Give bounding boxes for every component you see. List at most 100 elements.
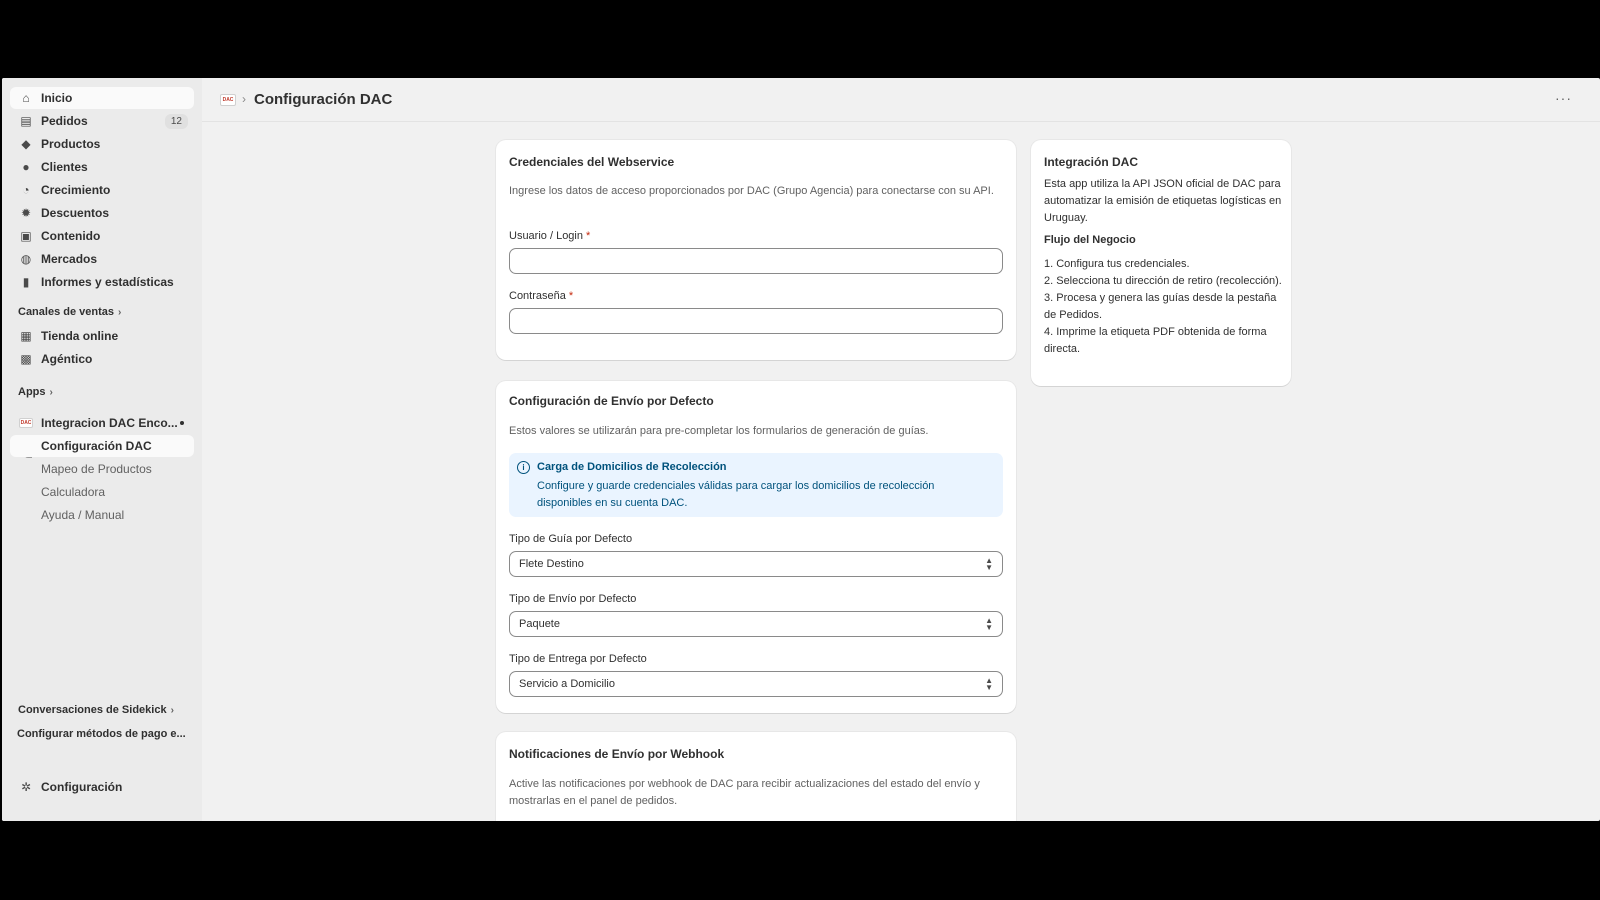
card-title: Configuración de Envío por Defecto [509,394,714,408]
gear-icon: ✲ [20,780,32,794]
delivery-type-select[interactable]: Servicio a Domicilio ▲ ▼ [509,671,1003,697]
credentials-card: Credenciales del Webservice Ingrese los … [496,140,1016,360]
sidebar-item-informes[interactable]: ▮ Informes y estadísticas [10,271,194,293]
sidebar-item-clientes[interactable]: ● Clientes [10,156,194,178]
sidebar-item-label: Pedidos [41,114,88,128]
sidebar-item-label: Tienda online [41,329,119,343]
store-icon: ▦ [20,329,32,343]
card-description: Active las notificaciones por webhook de… [509,778,980,807]
sidebar-item-inicio[interactable]: ⌂ Inicio [10,87,194,109]
chevron-right-icon: › [49,386,53,398]
sidebar-item-label: Clientes [41,160,88,174]
sidebar-item-mapeo-productos[interactable]: Mapeo de Productos [10,458,194,480]
user-label-text: Usuario / Login [509,230,583,242]
sidebar-item-label: Productos [41,137,101,151]
sidebar-item-label: Configuración [41,780,123,794]
banner-text: Configure y guarde credenciales válidas … [537,480,935,509]
banner-title: Carga de Domicilios de Recolección [537,461,727,473]
card-title: Credenciales del Webservice [509,155,675,169]
sidebar-item-label: Configuración DAC [41,439,152,453]
chevron-up-down-icon: ▲ ▼ [985,676,993,692]
sidebar-item-crecimiento[interactable]: ◔ Crecimiento [10,179,194,201]
dac-logo-icon: DAC [19,418,33,428]
flow-heading: Flujo del Negocio [1044,234,1136,246]
card-description: Esta app utiliza la API JSON oficial de … [1044,178,1282,224]
user-input[interactable] [509,248,1003,274]
chevron-right-icon: › [170,704,174,716]
sidebar-item-label: Contenido [41,229,101,243]
sidebar-item-configuracion-dac[interactable]: Configuración DAC [10,435,194,457]
sidebar-item-ayuda[interactable]: Ayuda / Manual [10,504,194,526]
sidebar-item-pedidos[interactable]: ▤ Pedidos 12 [10,110,194,132]
select-value: Servicio a Domicilio [519,678,615,690]
password-label-text: Contraseña [509,290,566,302]
content-icon: ▣ [20,229,32,243]
sidebar-item-calculadora[interactable]: Calculadora [10,481,194,503]
orders-icon: ▤ [20,114,32,128]
shipment-type-select[interactable]: Paquete ▲ ▼ [509,611,1003,637]
sidebar-item-label: Inicio [41,91,73,105]
select-value: Flete Destino [519,558,584,570]
sidebar-item-label: Informes y estadísticas [41,275,174,289]
chevron-up-down-icon: ▲ ▼ [985,616,993,632]
orders-count-badge: 12 [164,113,188,129]
sidebar-item-label: Descuentos [41,206,110,220]
user-field-label: Usuario / Login * [509,230,590,242]
sidebar-item-label: Agéntico [41,352,93,366]
sidebar-item-label: Mercados [41,252,98,266]
sidebar-item-label: Ayuda / Manual [41,508,125,522]
guide-type-label: Tipo de Guía por Defecto [509,533,633,545]
required-mark: * [586,230,591,242]
robot-icon: ▩ [20,352,32,366]
sidebar-item-label: Integracion DAC Enco... [41,416,178,430]
globe-icon: ◍ [20,252,32,266]
more-actions-icon[interactable]: ··· [1555,90,1572,106]
webhook-card: Notificaciones de Envío por Webhook Acti… [496,732,1016,821]
select-value: Paquete [519,618,560,630]
delivery-type-label: Tipo de Entrega por Defecto [509,653,647,665]
page-title: Configuración DAC [254,91,393,108]
apps-label: Apps [18,386,46,398]
password-field-label: Contraseña * [509,290,573,302]
shipment-type-label: Tipo de Envío por Defecto [509,593,637,605]
list-item: 3. Procesa y genera las guías desde la p… [1044,292,1277,321]
sidekick-heading[interactable]: Conversaciones de Sidekick › [18,704,174,716]
apps-heading[interactable]: Apps › [18,386,53,398]
list-item: 1. Configura tus credenciales. [1044,258,1190,270]
sidebar-item-contenido[interactable]: ▣ Contenido [10,225,194,247]
list-item: 2. Selecciona tu dirección de retiro (re… [1044,275,1282,287]
sidebar-item-tienda-online[interactable]: ▦ Tienda online [10,325,194,347]
sidebar-item-agentico[interactable]: ▩ Agéntico [10,348,194,370]
password-input[interactable] [509,308,1003,334]
person-icon: ● [22,160,30,174]
chevron-up-down-icon: ▲ ▼ [985,556,993,572]
integration-info-card: Integración DAC Esta app utiliza la API … [1031,140,1291,386]
flow-steps: 1. Configura tus credenciales. 2. Selecc… [1044,256,1284,358]
unread-dot-icon [180,421,184,425]
card-description: Estos valores se utilizarán para pre-com… [509,425,929,437]
sidebar-item-descuentos[interactable]: ✹ Descuentos [10,202,194,224]
dac-logo-icon: DAC [220,94,236,106]
required-mark: * [568,290,574,302]
sidebar-item-label: Crecimiento [41,183,111,197]
sidebar-item-dac-app[interactable]: DAC Integracion DAC Enco... [10,412,194,434]
sales-channels-heading[interactable]: Canales de ventas › [18,306,121,318]
sidebar-item-productos[interactable]: ◆ Productos [10,133,194,155]
list-item: 4. Imprime la etiqueta PDF obtenida de f… [1044,326,1267,355]
card-title: Notificaciones de Envío por Webhook [509,747,725,761]
sidebar: ⌂ Inicio ▤ Pedidos 12 ◆ Productos ● Clie… [2,78,202,821]
home-icon: ⌂ [22,91,30,105]
payment-methods-label: Configurar métodos de pago e... [17,728,186,740]
sales-channels-label: Canales de ventas [18,306,114,318]
payment-methods-link[interactable]: Configurar métodos de pago e... [17,728,186,740]
sidebar-item-label: Mapeo de Productos [41,462,152,476]
sidekick-label: Conversaciones de Sidekick [18,704,167,716]
page-header: DAC › Configuración DAC ··· [202,78,1600,122]
card-title: Integración DAC [1044,155,1139,169]
chevron-right-icon: › [118,306,122,318]
sidebar-item-configuracion[interactable]: ✲ Configuración [10,776,194,798]
sidebar-item-label: Calculadora [41,485,106,499]
guide-type-select[interactable]: Flete Destino ▲ ▼ [509,551,1003,577]
sidebar-item-mercados[interactable]: ◍ Mercados [10,248,194,270]
card-description: Ingrese los datos de acceso proporcionad… [509,185,994,197]
